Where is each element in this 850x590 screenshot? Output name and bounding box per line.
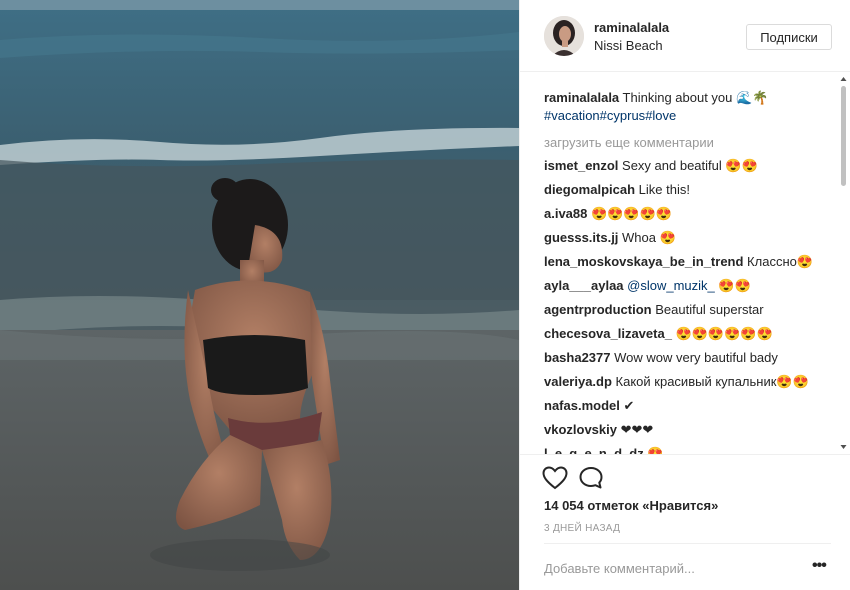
hashtag-love[interactable]: #love bbox=[645, 108, 676, 123]
comment-text: 😍 bbox=[643, 446, 664, 454]
comment-text: 😍😍 bbox=[714, 278, 751, 293]
post-header: raminalalala Nissi Beach Подписки bbox=[520, 0, 850, 72]
comment-username[interactable]: basha2377 bbox=[544, 350, 611, 365]
scrollbar-thumb[interactable] bbox=[841, 86, 846, 186]
comment-item: lena_moskovskaya_be_in_trend Классно😍 bbox=[544, 250, 834, 274]
comment-item: checesova_lizaveta_ 😍😍😍😍😍😍 bbox=[544, 322, 834, 346]
comment-text: Beautiful superstar bbox=[651, 302, 764, 317]
ellipsis-icon[interactable]: ••• bbox=[812, 558, 830, 575]
post-caption: raminalalala Thinking about you 🌊🌴 #vaca… bbox=[544, 89, 834, 125]
comment-item: guesss.its.jj Whoa 😍 bbox=[544, 226, 834, 250]
comment-username[interactable]: ismet_enzol bbox=[544, 158, 618, 173]
comment-username[interactable]: valeriya.dp bbox=[544, 374, 612, 389]
comment-text: Какой красивый купальник😍😍 bbox=[611, 374, 809, 389]
post-sidebar: raminalalala Nissi Beach Подписки ramina… bbox=[519, 0, 850, 590]
comment-username[interactable]: l_e_g_e_n_d_dz bbox=[544, 446, 644, 454]
speech-bubble-icon[interactable] bbox=[578, 466, 604, 490]
comment-username[interactable]: guesss.its.jj bbox=[544, 230, 618, 245]
comments-list[interactable]: raminalalala Thinking about you 🌊🌴 #vaca… bbox=[520, 72, 850, 454]
post-actions bbox=[520, 454, 850, 490]
beach-photo bbox=[0, 0, 519, 590]
comment-text: 😍😍😍😍😍😍 bbox=[671, 326, 773, 341]
instagram-post: raminalalala Nissi Beach Подписки ramina… bbox=[0, 0, 850, 590]
caption-username[interactable]: raminalalala bbox=[544, 90, 619, 105]
comment-item: valeriya.dp Какой красивый купальник😍😍 bbox=[544, 370, 834, 394]
comment-text: Wow wow very bautiful bady bbox=[610, 350, 778, 365]
comment-item: vkozlovskiy ❤❤❤ bbox=[544, 418, 834, 442]
scroll-down-arrow-icon[interactable] bbox=[840, 444, 847, 450]
avatar-icon bbox=[544, 16, 584, 56]
comment-username[interactable]: diegomalpicah bbox=[544, 182, 635, 197]
comment-text: Классно😍 bbox=[743, 254, 814, 269]
comment-username[interactable]: ayla___aylaa bbox=[544, 278, 624, 293]
comment-item: a.iva88 😍😍😍😍😍 bbox=[544, 202, 834, 226]
post-photo[interactable] bbox=[0, 0, 519, 590]
avatar[interactable] bbox=[544, 16, 584, 56]
comment-username[interactable]: nafas.model bbox=[544, 398, 620, 413]
post-username[interactable]: raminalalala bbox=[594, 20, 669, 35]
comment-item: ayla___aylaa @slow_muzik_ 😍😍 bbox=[544, 274, 834, 298]
add-comment-section: ••• bbox=[544, 543, 831, 590]
heart-outline-icon[interactable] bbox=[542, 466, 568, 490]
comment-username[interactable]: a.iva88 bbox=[544, 206, 587, 221]
add-comment-input[interactable] bbox=[544, 558, 794, 578]
comment-mention[interactable]: @slow_muzik_ bbox=[627, 278, 715, 293]
caption-text: Thinking about you 🌊🌴 bbox=[619, 90, 769, 105]
comment-text: ❤❤❤ bbox=[617, 422, 654, 437]
comment-item: basha2377 Wow wow very bautiful bady bbox=[544, 346, 834, 370]
load-more-comments-link[interactable]: загрузить еще комментарии bbox=[544, 134, 834, 152]
comment-item: diegomalpicah Like this! bbox=[544, 178, 834, 202]
comment-username[interactable]: checesova_lizaveta_ bbox=[544, 326, 672, 341]
likes-count[interactable]: 14 054 отметок «Нравится» bbox=[544, 498, 718, 513]
comment-text: Like this! bbox=[635, 182, 690, 197]
comments-scrollbar[interactable] bbox=[840, 76, 847, 450]
scroll-up-arrow-icon[interactable] bbox=[840, 76, 847, 82]
comment-text: ✔ bbox=[619, 398, 635, 413]
comment-username[interactable]: agentrproduction bbox=[544, 302, 652, 317]
comment-item: ismet_enzol Sexy and beatiful 😍😍 bbox=[544, 154, 834, 178]
comment-text: Sexy and beatiful 😍😍 bbox=[618, 158, 758, 173]
comment-text: Whoa 😍 bbox=[618, 230, 676, 245]
comment-item: l_e_g_e_n_d_dz 😍 bbox=[544, 442, 834, 454]
post-timestamp[interactable]: 3 ДНЕЙ НАЗАД bbox=[544, 523, 620, 534]
comment-item: agentrproduction Beautiful superstar bbox=[544, 298, 834, 322]
comment-text: 😍😍😍😍😍 bbox=[587, 206, 672, 221]
comment-rows: ismet_enzol Sexy and beatiful 😍😍 diegoma… bbox=[544, 154, 834, 454]
comment-item: nafas.model ✔ bbox=[544, 394, 834, 418]
hashtag-cyprus[interactable]: #cyprus bbox=[600, 108, 646, 123]
following-button[interactable]: Подписки bbox=[746, 24, 832, 50]
post-location[interactable]: Nissi Beach bbox=[594, 38, 663, 53]
comment-username[interactable]: vkozlovskiy bbox=[544, 422, 617, 437]
comment-username[interactable]: lena_moskovskaya_be_in_trend bbox=[544, 254, 743, 269]
hashtag-vacation[interactable]: #vacation bbox=[544, 108, 600, 123]
comments-content: raminalalala Thinking about you 🌊🌴 #vaca… bbox=[544, 89, 834, 454]
